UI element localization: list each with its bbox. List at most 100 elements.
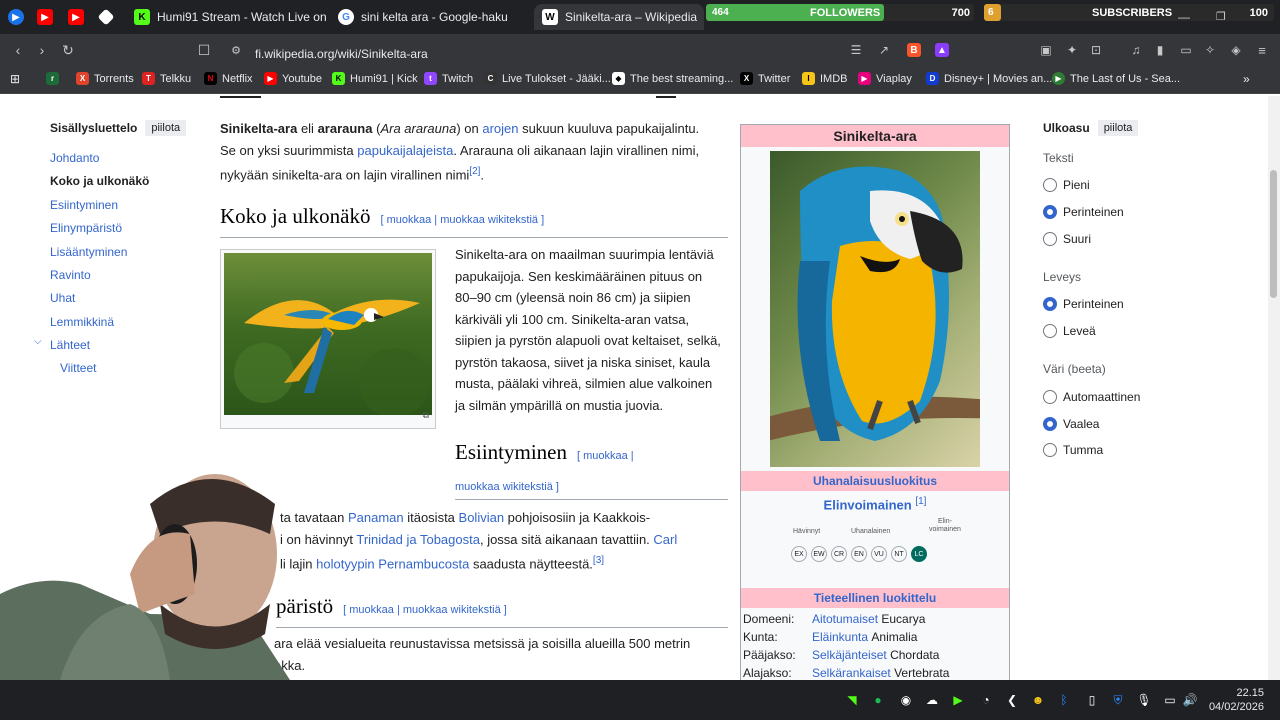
taxonomy-link[interactable]: Selkäjänteiset bbox=[812, 646, 887, 664]
cloud-icon[interactable]: ☁ bbox=[924, 692, 940, 708]
bookmark-streaming[interactable]: ◆ The best streaming... bbox=[612, 72, 733, 85]
speaker-icon[interactable]: 🔊 bbox=[1182, 692, 1198, 708]
bookmark-telkku[interactable]: T Telkku bbox=[142, 72, 191, 85]
brave-shield-icon[interactable]: B bbox=[904, 40, 924, 60]
pinned-tab-youtube-1[interactable]: ▶ bbox=[35, 7, 55, 27]
wallet-icon[interactable]: ▭ bbox=[1176, 40, 1196, 60]
edit-link[interactable]: [ muokkaa | bbox=[577, 446, 634, 468]
toc-item-lahteet[interactable]: Lähteet bbox=[50, 338, 90, 352]
screenshot-icon[interactable]: ⊡ bbox=[1086, 40, 1106, 60]
tab-wikipedia[interactable]: W Sinikelta-ara – Wikipedia bbox=[534, 4, 704, 30]
brave-rewards-icon[interactable]: ▲ bbox=[932, 40, 952, 60]
link-papukaijalajeista[interactable]: papukaijalajeista bbox=[357, 143, 453, 158]
bookmark-item-1[interactable]: r bbox=[46, 72, 59, 85]
toc-item-lisaantyminen[interactable]: Lisääntyminen bbox=[50, 245, 127, 259]
pinned-tab-1[interactable]: ▶ bbox=[6, 7, 26, 27]
menu-icon[interactable]: ≡ bbox=[1252, 40, 1272, 60]
restore-icon[interactable]: ❐ bbox=[1216, 10, 1226, 23]
bluetooth-icon[interactable]: ᛒ bbox=[1056, 692, 1072, 708]
back-icon[interactable]: ‹ bbox=[8, 40, 28, 60]
minimize-icon[interactable]: — bbox=[1178, 10, 1190, 24]
address-bar[interactable]: fi.wikipedia.org/wiki/Sinikelta-ara bbox=[255, 42, 815, 66]
kick-tray-icon[interactable]: ◥ bbox=[844, 692, 860, 708]
radio-text-standard[interactable]: Perinteinen bbox=[1043, 205, 1124, 219]
toc-item-lemmikkina[interactable]: Lemmikkinä bbox=[50, 315, 114, 329]
reload-icon[interactable]: ↻ bbox=[58, 40, 78, 60]
extension-icon[interactable]: ▣ bbox=[1036, 40, 1056, 60]
radio-width-wide[interactable]: Leveä bbox=[1043, 324, 1096, 338]
pinned-tab-youtube-2[interactable]: ▶ bbox=[66, 7, 86, 27]
link-bolivia[interactable]: Bolivian bbox=[459, 510, 505, 525]
reader-mode-icon[interactable]: ☰ bbox=[846, 40, 866, 60]
taxonomy-header[interactable]: Tieteellinen luokittelu bbox=[741, 588, 1009, 609]
microphone-icon[interactable]: 🎙 bbox=[1136, 692, 1152, 708]
macaw-portrait-image[interactable] bbox=[770, 151, 980, 467]
bookmark-live-tulokset[interactable]: C Live Tulokset - Jääki... bbox=[484, 72, 611, 85]
tab-kick[interactable]: K Humi91 Stream - Watch Live on Kick bbox=[126, 4, 326, 30]
radio-color-light[interactable]: Vaalea bbox=[1043, 417, 1099, 431]
apps-icon[interactable]: ⊞ bbox=[10, 72, 20, 86]
link-trinidad-tobago[interactable]: Trinidad ja Tobagosta bbox=[356, 532, 480, 547]
tab-google[interactable]: G sini kelta ara - Google-haku bbox=[330, 4, 530, 30]
toc-item-koko-ja-ulkonako[interactable]: Koko ja ulkonäkö bbox=[50, 174, 149, 188]
device-icon[interactable]: ▯ bbox=[1084, 692, 1100, 708]
vpn-icon[interactable]: ◈ bbox=[1226, 40, 1246, 60]
edit-wikitext-link[interactable]: muokkaa wikitekstiä ] bbox=[455, 481, 559, 493]
reference-link[interactable]: [2] bbox=[469, 166, 480, 177]
reference-link[interactable]: [1] bbox=[915, 496, 926, 507]
toc-item-viitteet[interactable]: Viitteet bbox=[60, 361, 96, 375]
enlarge-icon[interactable]: ⧉ bbox=[423, 405, 429, 427]
reference-link[interactable]: [3] bbox=[593, 555, 604, 566]
security-icon[interactable]: ⛨ bbox=[1110, 692, 1126, 708]
bookmarks-overflow-icon[interactable]: » bbox=[1243, 72, 1250, 86]
pinned-tab-streaming[interactable] bbox=[96, 7, 116, 27]
bookmark-icon[interactable]: ☐ bbox=[194, 40, 214, 60]
radio-width-standard[interactable]: Perinteinen bbox=[1043, 297, 1124, 311]
radio-color-dark[interactable]: Tumma bbox=[1043, 443, 1103, 457]
obs-icon[interactable]: ◔ bbox=[978, 692, 994, 708]
bookmark-last-of-us[interactable]: ▶ The Last of Us - Sea... bbox=[1052, 72, 1180, 85]
toc-item-uhat[interactable]: Uhat bbox=[50, 291, 75, 305]
taxonomy-link[interactable]: Selkärankaiset bbox=[812, 664, 891, 680]
bookmark-torrents[interactable]: X Torrents bbox=[76, 72, 134, 85]
toc-item-johdanto[interactable]: Johdanto bbox=[50, 151, 99, 165]
link-panama[interactable]: Panaman bbox=[348, 510, 404, 525]
spotify-icon[interactable]: ● bbox=[870, 692, 886, 708]
radio-text-large[interactable]: Suuri bbox=[1043, 232, 1091, 246]
radio-text-small[interactable]: Pieni bbox=[1043, 178, 1090, 192]
share-icon[interactable]: ↗ bbox=[874, 40, 894, 60]
sidebar-icon[interactable]: ▮ bbox=[1150, 40, 1170, 60]
figure-flying-macaw[interactable]: ⧉ bbox=[220, 249, 436, 429]
status-header[interactable]: Uhanalaisuusluokitus bbox=[741, 471, 1009, 491]
puzzle-icon[interactable]: ✦ bbox=[1062, 40, 1082, 60]
monitor-icon[interactable]: ▭ bbox=[1162, 692, 1178, 708]
edit-links[interactable]: [ muokkaa | muokkaa wikitekstiä ] bbox=[343, 600, 507, 622]
appearance-hide-button[interactable]: piilota bbox=[1097, 120, 1139, 136]
toc-item-elinymparisto[interactable]: Elinympäristö bbox=[50, 221, 122, 235]
link-carl[interactable]: Carl bbox=[653, 532, 677, 547]
site-info-icon[interactable]: ⚙ bbox=[226, 40, 246, 60]
edit-links[interactable]: [ muokkaa | muokkaa wikitekstiä ] bbox=[380, 210, 544, 232]
taxonomy-link[interactable]: Eläinkunta bbox=[812, 628, 868, 646]
radio-color-auto[interactable]: Automaattinen bbox=[1043, 390, 1140, 404]
link-holotyyppi[interactable]: holotyypin Pernambucosta bbox=[316, 556, 469, 571]
toc-hide-button[interactable]: piilota bbox=[145, 120, 187, 136]
bookmark-imdb[interactable]: I IMDB bbox=[802, 72, 848, 85]
toc-item-ravinto[interactable]: Ravinto bbox=[50, 268, 91, 282]
bookmark-twitter[interactable]: X Twitter bbox=[740, 72, 790, 85]
link-arojen[interactable]: arojen bbox=[482, 121, 518, 136]
bookmark-youtube[interactable]: ▶ Youtube bbox=[264, 72, 322, 85]
page-scrollbar-thumb[interactable] bbox=[1270, 170, 1277, 298]
bookmark-disney[interactable]: D Disney+ | Movies an... bbox=[926, 72, 1052, 85]
leo-ai-icon[interactable]: ✧ bbox=[1200, 40, 1220, 60]
status-link[interactable]: Elinvoimainen bbox=[824, 497, 912, 512]
discord-icon[interactable]: ◉ bbox=[898, 692, 914, 708]
bookmark-viaplay[interactable]: ▶ Viaplay bbox=[858, 72, 912, 85]
chevron-down-icon[interactable]: ⌵ bbox=[34, 336, 42, 347]
app-tray-icon[interactable]: ❮ bbox=[1004, 692, 1020, 708]
taxonomy-link[interactable]: Aitotumaiset bbox=[812, 610, 878, 628]
bookmark-kick[interactable]: K Humi91 | Kick bbox=[332, 72, 418, 85]
forward-icon[interactable]: › bbox=[32, 40, 52, 60]
emoji-tray-icon[interactable]: ☻ bbox=[1030, 692, 1046, 708]
bookmark-netflix[interactable]: N Netflix bbox=[204, 72, 253, 85]
